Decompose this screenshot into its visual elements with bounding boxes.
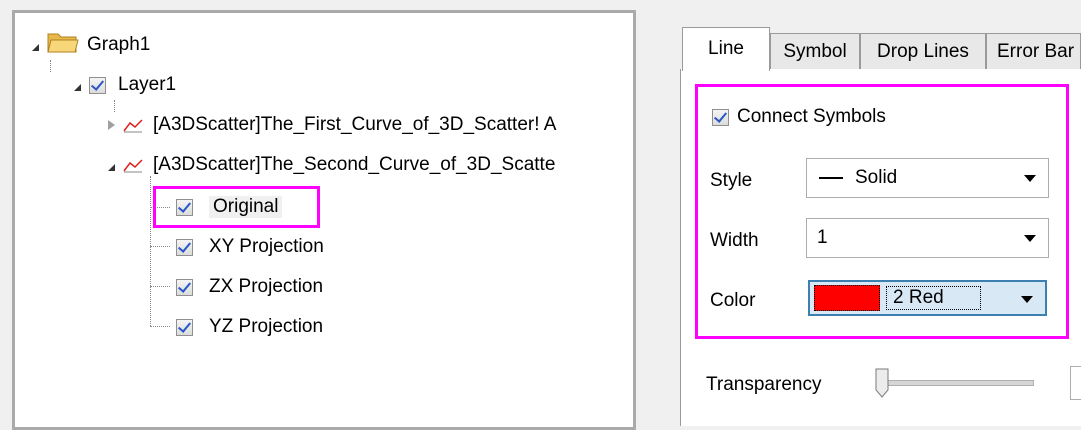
expand-arrow-icon[interactable] xyxy=(108,163,115,171)
width-value: 1 xyxy=(817,227,828,248)
tree-connector xyxy=(150,176,151,326)
tree-label: [A3DScatter]The_Second_Curve_of_3D_Scatt… xyxy=(153,154,556,175)
transparency-slider-thumb[interactable] xyxy=(875,368,889,398)
highlight-box xyxy=(153,186,320,228)
tree-connector xyxy=(150,286,170,287)
tree-item-graph1[interactable]: Graph1 xyxy=(32,30,150,60)
connect-symbols-checkbox-row[interactable]: Connect Symbols xyxy=(712,106,886,128)
connect-symbols-label: Connect Symbols xyxy=(737,106,886,127)
style-dropdown[interactable]: Solid xyxy=(806,158,1049,198)
tab-drop-lines[interactable]: Drop Lines xyxy=(860,33,986,69)
tree-label: XY Projection xyxy=(209,236,324,257)
tree-label: YZ Projection xyxy=(209,316,324,337)
width-label: Width xyxy=(710,230,759,251)
tree-connector xyxy=(50,60,51,72)
tree-label: ZX Projection xyxy=(209,276,324,297)
folder-icon xyxy=(47,30,79,60)
color-label: Color xyxy=(710,290,756,311)
tree-item-xy-projection[interactable]: XY Projection xyxy=(176,232,324,262)
width-dropdown[interactable]: 1 xyxy=(806,218,1049,258)
tab-label: Error Bar xyxy=(997,40,1075,62)
tab-label: Drop Lines xyxy=(877,40,969,62)
chevron-down-icon xyxy=(1024,235,1036,242)
zx-projection-checkbox[interactable] xyxy=(176,278,193,296)
style-label: Style xyxy=(710,170,753,191)
expand-arrow-icon[interactable] xyxy=(74,83,81,91)
solid-line-icon xyxy=(819,177,843,179)
xy-projection-checkbox[interactable] xyxy=(176,238,193,256)
expand-arrow-icon[interactable] xyxy=(32,43,39,51)
tab-error-bar[interactable]: Error Bar xyxy=(986,33,1081,69)
color-value: 2 Red xyxy=(886,286,981,310)
chevron-down-icon xyxy=(1021,296,1033,303)
color-swatch xyxy=(814,285,880,311)
tree-label: Layer1 xyxy=(118,74,177,95)
tab-label: Symbol xyxy=(783,40,847,62)
style-value: Solid xyxy=(855,167,898,188)
line-plot-icon xyxy=(123,117,143,133)
yz-projection-checkbox[interactable] xyxy=(176,318,193,336)
transparency-track[interactable] xyxy=(880,380,1034,386)
tree-connector xyxy=(150,326,170,327)
tree-label: Graph1 xyxy=(87,34,151,55)
line-plot-icon xyxy=(123,157,143,173)
transparency-value-field[interactable] xyxy=(1070,366,1081,400)
tree-item-curve1[interactable]: [A3DScatter]The_First_Curve_of_3D_Scatte… xyxy=(108,110,556,140)
tab-label: Line xyxy=(708,38,744,59)
tree-item-curve2[interactable]: [A3DScatter]The_Second_Curve_of_3D_Scatt… xyxy=(108,150,555,180)
tab-line[interactable]: Line xyxy=(682,27,770,71)
chevron-down-icon xyxy=(1024,175,1036,182)
collapsed-arrow-icon[interactable] xyxy=(108,120,115,130)
tree-item-layer1[interactable]: Layer1 xyxy=(74,70,176,100)
tree-item-yz-projection[interactable]: YZ Projection xyxy=(176,312,323,342)
layer-checkbox[interactable] xyxy=(89,76,106,94)
tree-connector xyxy=(150,246,170,247)
transparency-label: Transparency xyxy=(706,374,822,395)
tree-item-zx-projection[interactable]: ZX Projection xyxy=(176,272,323,302)
tree-label: [A3DScatter]The_First_Curve_of_3D_Scatte… xyxy=(153,114,557,135)
connect-symbols-checkbox[interactable] xyxy=(712,108,729,126)
color-dropdown[interactable]: 2 Red xyxy=(808,280,1047,316)
tab-symbol[interactable]: Symbol xyxy=(770,33,860,69)
